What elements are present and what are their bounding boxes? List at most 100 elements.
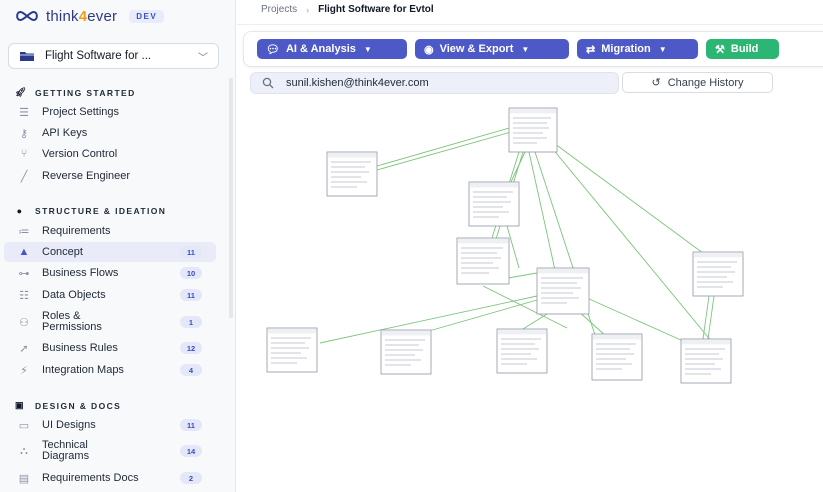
section-title: STRUCTURE & IDEATION xyxy=(35,206,167,216)
diagram-edge xyxy=(707,295,715,340)
users-icon: ⚇ xyxy=(19,316,29,329)
sliders-icon: ☰ xyxy=(19,106,29,119)
ai-analysis-button[interactable]: 💬︎ AI & Analysis ▼ xyxy=(257,39,407,59)
count-badge: 1 xyxy=(180,316,202,328)
diagram-node[interactable] xyxy=(326,151,378,197)
diagram-edge xyxy=(421,299,538,334)
diagram-node[interactable] xyxy=(496,328,548,374)
breadcrumb-projects-link[interactable]: Projects xyxy=(261,4,297,15)
sidebar-item-label: Business Rules xyxy=(42,341,118,354)
build-button[interactable]: ⚒ Build xyxy=(706,39,779,59)
sidebar-item-ui-designs[interactable]: ▭ UI Designs 11 xyxy=(4,415,216,435)
sidebar-item-label: Reverse Engineer xyxy=(42,169,131,182)
sidebar-item-label: Requirements Docs xyxy=(42,471,139,484)
ai-analysis-label: AI & Analysis xyxy=(285,43,356,55)
sidebar-item-integration-maps[interactable]: ⚡︎ Integration Maps 4 xyxy=(4,360,216,380)
sidebar-item-project-settings[interactable]: ☰ Project Settings xyxy=(4,102,216,122)
sidebar-item-label: Technical Diagrams xyxy=(42,439,90,462)
main-content: Projects › Flight Software for Evtol 💬︎ … xyxy=(237,0,823,492)
diagram-node[interactable] xyxy=(591,333,643,381)
monitor-icon: ▭ xyxy=(18,419,30,432)
chevron-down-icon: ﹀ xyxy=(198,52,208,64)
diagram-node[interactable] xyxy=(468,181,520,227)
sidebar-item-label: Concept xyxy=(42,245,83,258)
action-toolbar: 💬︎ AI & Analysis ▼ ◉ View & Export ▼ ⇄ M… xyxy=(243,31,823,67)
search-field[interactable]: sunil.kishen@think4ever.com xyxy=(250,72,619,94)
count-badge: 2 xyxy=(180,472,202,484)
change-history-label: Change History xyxy=(667,76,744,89)
sidebar-item-version-control[interactable]: ⑂ Version Control xyxy=(4,144,216,164)
migration-label: Migration xyxy=(601,43,651,55)
sidebar-item-roles-permissions[interactable]: ⚇ Roles & Permissions 1 xyxy=(4,309,216,335)
hammer-icon: ⚒ xyxy=(715,43,725,56)
bulb-icon: ● xyxy=(16,206,24,216)
sidebar-item-label: Requirements xyxy=(42,224,111,237)
sidebar-item-business-rules[interactable]: ➚ Business Rules 12 xyxy=(4,338,216,358)
sidebar-item-business-flows[interactable]: ⊶ Business Flows 10 xyxy=(4,263,216,283)
sidebar-item-api-keys[interactable]: ⚷ API Keys xyxy=(4,123,216,143)
document-icon: ▣ xyxy=(15,400,25,410)
section-title: DESIGN & DOCS xyxy=(35,400,122,411)
sidebar-item-label: Roles & Permissions xyxy=(42,310,102,333)
concept-icon: ▲ xyxy=(18,246,30,258)
swap-icon: ⇄ xyxy=(586,43,596,56)
sidebar-item-requirements-docs[interactable]: ▤ Requirements Docs 2 xyxy=(4,468,216,488)
sidebar-item-label: Project Settings xyxy=(42,105,120,118)
diagram-node[interactable] xyxy=(456,237,510,285)
diagram-node[interactable] xyxy=(680,338,732,384)
chevron-down-icon: ▼ xyxy=(363,44,372,54)
sidebar: think4ever DEV Flight Software for ... ﹀… xyxy=(0,0,236,492)
diagram-node[interactable] xyxy=(692,251,744,297)
diagram-edge xyxy=(528,151,556,271)
eye-icon: ◉ xyxy=(424,43,434,56)
sidebar-item-concept[interactable]: ▲ Concept 11 xyxy=(4,242,216,262)
change-history-button[interactable]: ↺ Change History xyxy=(622,72,773,93)
diagram-node[interactable] xyxy=(508,107,558,153)
folder-icon xyxy=(20,52,34,61)
sidebar-item-reverse-engineer[interactable]: ╱ Reverse Engineer xyxy=(4,166,216,186)
diagram-edge xyxy=(522,313,548,330)
key-icon: ⚷ xyxy=(19,127,29,140)
project-name: Flight Software for ... xyxy=(45,50,152,62)
sidebar-item-data-objects[interactable]: ☷ Data Objects 11 xyxy=(4,285,216,305)
migration-button[interactable]: ⇄ Migration ▼ xyxy=(577,39,698,59)
sidebar-item-label: Version Control xyxy=(42,147,118,160)
sidebar-item-requirements[interactable]: ≔ Requirements xyxy=(4,221,216,241)
build-label: Build xyxy=(730,43,759,55)
count-badge: 10 xyxy=(180,267,202,279)
brand-name: think4ever xyxy=(46,7,118,25)
breadcrumb-current: Flight Software for Evtol xyxy=(318,4,434,15)
plug-icon: ⚡︎ xyxy=(20,364,28,377)
sidebar-item-technical-diagrams[interactable]: ⛬ Technical Diagrams 14 xyxy=(4,438,216,464)
section-design-docs: ▣ DESIGN & DOCS xyxy=(15,400,121,411)
sidebar-item-label: Data Objects xyxy=(42,288,106,301)
header-divider xyxy=(237,24,823,25)
list-icon: ≔ xyxy=(18,225,30,238)
sidebar-item-label: Business Flows xyxy=(42,266,119,279)
diagram-edge xyxy=(376,131,512,171)
branch-icon: ⑂ xyxy=(20,148,28,160)
sidebar-item-label: UI Designs xyxy=(42,418,96,431)
rules-icon: ➚ xyxy=(19,342,29,355)
breadcrumb: Projects › Flight Software for Evtol xyxy=(261,4,434,15)
rocket-icon: 🚀︎ xyxy=(15,87,28,97)
app-window: think4ever DEV Flight Software for ... ﹀… xyxy=(0,0,823,492)
sidebar-scrollbar[interactable] xyxy=(229,78,233,318)
count-badge: 4 xyxy=(180,364,202,376)
diagram-canvas[interactable] xyxy=(237,98,823,492)
brand-logo[interactable]: think4ever DEV xyxy=(14,6,165,26)
flow-icon: ⊶ xyxy=(18,267,30,280)
view-export-button[interactable]: ◉ View & Export ▼ xyxy=(415,39,569,59)
diagram-node[interactable] xyxy=(380,329,432,375)
count-badge: 11 xyxy=(180,419,202,431)
chevron-down-icon: ▼ xyxy=(521,44,530,54)
section-getting-started: 🚀︎ GETTING STARTED xyxy=(15,87,136,98)
search-input[interactable]: sunil.kishen@think4ever.com xyxy=(286,77,429,89)
section-title: GETTING STARTED xyxy=(35,87,136,98)
diagram-node[interactable] xyxy=(536,267,590,315)
search-icon xyxy=(262,77,274,89)
project-selector[interactable]: Flight Software for ... ﹀ xyxy=(8,43,219,69)
file-icon: ▤ xyxy=(18,472,30,485)
chat-icon: 💬︎ xyxy=(266,43,280,56)
diagram-node[interactable] xyxy=(266,327,318,373)
